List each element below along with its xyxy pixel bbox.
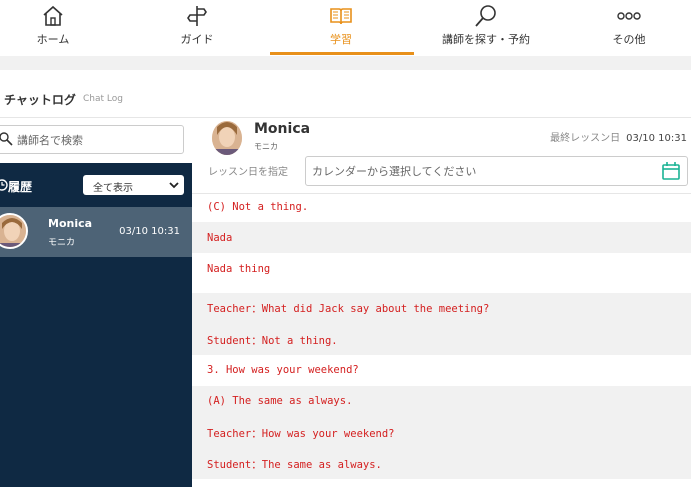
page-title: チャットログ bbox=[4, 93, 76, 107]
header-divider bbox=[0, 56, 691, 70]
log-message: Teacher：How was your weekend? bbox=[192, 417, 691, 448]
nav-more[interactable]: その他 bbox=[559, 0, 691, 56]
nav-study-label: 学習 bbox=[330, 33, 352, 46]
history-filter-select[interactable]: 全て表示 bbox=[83, 175, 184, 195]
last-lesson: 最終レッスン日 03/10 10:31 bbox=[550, 129, 687, 144]
teacher-search-input[interactable] bbox=[17, 130, 177, 150]
log-message: Nada bbox=[192, 222, 691, 253]
home-icon bbox=[43, 5, 63, 26]
teacher-name: Monica bbox=[254, 121, 311, 137]
log-message: (A) The same as always. bbox=[192, 386, 691, 417]
avatar bbox=[0, 213, 28, 249]
chat-item-name: Monica bbox=[48, 217, 93, 230]
calendar-icon[interactable] bbox=[661, 161, 681, 181]
nav-more-label: その他 bbox=[612, 33, 646, 46]
history-label: 履歴 bbox=[8, 180, 33, 194]
chevron-down-icon bbox=[169, 182, 179, 189]
log-message-text: Student：The same as always. bbox=[207, 459, 382, 471]
history-sidebar: 履歴 全て表示 Monica モニカ 03/10 10:31 bbox=[0, 163, 192, 487]
log-message-text: (A) The same as always. bbox=[207, 395, 353, 407]
nav-find-teacher-label: 講師を探す・予約 bbox=[442, 33, 530, 46]
history-icon bbox=[0, 179, 8, 191]
log-message-text: Nada thing bbox=[207, 263, 271, 275]
teacher-avatar bbox=[212, 121, 242, 155]
nav-guide-label: ガイド bbox=[180, 33, 214, 46]
more-icon bbox=[617, 12, 641, 20]
search-icon bbox=[475, 5, 496, 27]
chat-item-date: 03/10 10:31 bbox=[119, 226, 180, 237]
magnifier-icon bbox=[0, 132, 13, 146]
chat-item-kana: モニカ bbox=[48, 238, 76, 248]
teacher-header: Monica モニカ 最終レッスン日 03/10 10:31 レッスン日を指定 bbox=[192, 118, 691, 193]
last-lesson-date: 03/10 10:31 bbox=[626, 133, 687, 144]
log-message: Nada thing bbox=[192, 253, 691, 293]
teacher-kana: モニカ bbox=[254, 142, 278, 151]
book-icon bbox=[330, 8, 352, 25]
guide-icon bbox=[187, 6, 207, 26]
log-message-text: Student：Not a thing. bbox=[207, 335, 338, 347]
history-filter-value: 全て表示 bbox=[93, 183, 133, 194]
log-message: Teacher：What did Jack say about the meet… bbox=[192, 293, 691, 324]
log-message-text: (C) Not a thing. bbox=[207, 201, 309, 213]
teacher-search bbox=[0, 125, 184, 154]
log-message: Student：The same as always. bbox=[192, 448, 691, 479]
nav-home[interactable]: ホーム bbox=[0, 0, 123, 56]
log-message-text: 3. How was your weekend? bbox=[207, 364, 359, 376]
chat-log: (C) Not a thing. Nada Nada thing Teacher… bbox=[192, 193, 691, 487]
log-message-text: Teacher：What did Jack say about the meet… bbox=[207, 303, 490, 315]
page-subtitle: Chat Log bbox=[83, 94, 123, 104]
date-filter-box bbox=[305, 156, 688, 186]
top-nav: ホーム ガイド 学習 講師を探す・予約 その他 bbox=[0, 0, 691, 56]
nav-find-teacher[interactable]: 講師を探す・予約 bbox=[416, 0, 556, 56]
nav-guide[interactable]: ガイド bbox=[127, 0, 267, 56]
log-message-text: Nada bbox=[207, 232, 233, 244]
nav-active-indicator bbox=[270, 52, 414, 55]
log-message-text: Teacher：How was your weekend? bbox=[207, 428, 395, 440]
chat-list-item[interactable]: Monica モニカ 03/10 10:31 bbox=[0, 207, 192, 257]
history-header: 履歴 全て表示 bbox=[0, 163, 192, 207]
last-lesson-label: 最終レッスン日 bbox=[550, 133, 621, 144]
log-message: 3. How was your weekend? bbox=[192, 355, 691, 386]
date-filter-input[interactable] bbox=[312, 162, 652, 180]
date-filter-label: レッスン日を指定 bbox=[208, 167, 288, 178]
nav-study[interactable]: 学習 bbox=[271, 0, 411, 56]
nav-home-label: ホーム bbox=[36, 33, 70, 46]
log-message: (C) Not a thing. bbox=[192, 193, 691, 222]
log-message: Student：Not a thing. bbox=[192, 324, 691, 355]
